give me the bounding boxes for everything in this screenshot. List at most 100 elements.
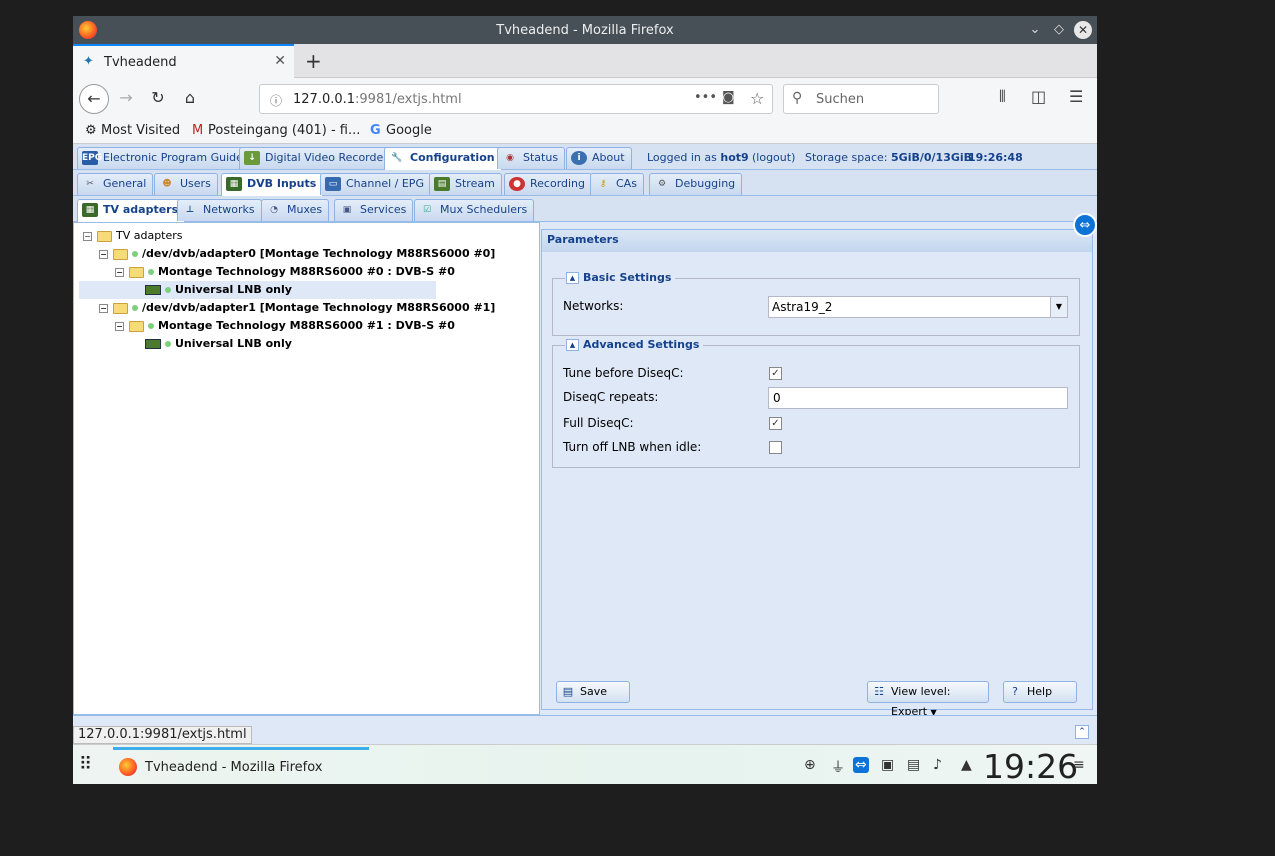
tab-stream[interactable]: ▤ Stream <box>429 173 502 195</box>
tree-node-adapter0[interactable]: −/dev/dvb/adapter0 [Montage Technology M… <box>99 245 495 263</box>
folder-icon <box>129 320 144 332</box>
tab-dvr[interactable]: ↓ Digital Video Recorder <box>239 147 395 169</box>
rec-icon: ● <box>509 177 525 191</box>
collapse-icon: − <box>99 249 108 259</box>
usb-icon[interactable]: ⏚ <box>831 757 845 777</box>
close-window-icon[interactable]: ✕ <box>1074 21 1092 39</box>
tab-debugging[interactable]: ⚙ Debugging <box>649 173 743 195</box>
view-level-button[interactable]: ☷ View level: Expert ▼ <box>867 681 989 718</box>
tune-before-diseqc-checkbox[interactable]: ✓ <box>769 367 782 380</box>
search-input[interactable]: ⚲ Suchen <box>783 84 939 114</box>
reload-button[interactable]: ↻ <box>143 84 173 114</box>
panel-menu-icon[interactable]: ≡ <box>1073 757 1085 773</box>
full-diseqc-checkbox[interactable]: ✓ <box>769 417 782 430</box>
logout-link[interactable]: (logout) <box>752 151 795 164</box>
advanced-settings-legend[interactable]: ▲ Advanced Settings <box>565 338 704 351</box>
teamviewer-tray-icon[interactable]: ⇔ <box>853 757 869 773</box>
status-dot-icon <box>148 323 154 329</box>
networks-combo[interactable]: Astra19_2 ▼ <box>768 296 1068 318</box>
lnb-off-idle-checkbox[interactable] <box>769 441 782 454</box>
folder-icon <box>113 302 128 314</box>
tools-icon: ✂ <box>86 179 94 189</box>
adapter-tree-panel: − TV adapters −/dev/dvb/adapter0 [Montage… <box>73 222 540 715</box>
tab-status[interactable]: ◉ Status <box>497 147 566 169</box>
tab-epg[interactable]: EPG Electronic Program Guide <box>77 147 250 169</box>
library-icon[interactable]: ⫴ <box>999 87 1006 107</box>
full-diseqc-label: Full DiseqC: <box>563 416 634 430</box>
tree-node-lnb0[interactable]: Universal LNB only <box>145 281 292 299</box>
forward-button[interactable]: → <box>111 84 141 114</box>
maximize-icon[interactable]: ◇ <box>1050 21 1068 39</box>
collapse-icon: − <box>115 321 124 331</box>
tab-about[interactable]: i About <box>566 147 632 169</box>
teamviewer-icon[interactable]: ⇔ <box>1073 213 1097 237</box>
tab-dvb-inputs[interactable]: ▦ DVB Inputs <box>221 173 324 197</box>
tree-node-frontend0[interactable]: − Montage Technology M88RS6000 #0 : DVB-S… <box>115 263 455 281</box>
browser-tab-tvheadend[interactable]: ✦ Tvheadend ✕ <box>73 44 294 78</box>
collapse-icon: − <box>99 303 108 313</box>
antenna-icon: ⊥ <box>185 205 195 215</box>
tab-tv-adapters[interactable]: ▦ TV adapters <box>77 199 186 223</box>
taskbar-task-firefox[interactable]: Tvheadend - Mozilla Firefox <box>113 747 369 783</box>
diseqc-repeats-input[interactable]: 0 <box>768 387 1068 409</box>
tv-card-icon <box>145 285 161 295</box>
bookmarks-toolbar: ⚙ Most Visited M Posteingang (401) - fi...… <box>73 118 1097 144</box>
window-title: Tvheadend - Mozilla Firefox <box>496 23 674 38</box>
tab-users[interactable]: ☻ Users <box>154 173 218 195</box>
clipboard-icon[interactable]: ▤ <box>907 757 920 773</box>
lnb-off-idle-label: Turn off LNB when idle: <box>563 440 702 454</box>
update-icon[interactable]: ⊕ <box>804 757 816 773</box>
collapse-icon: − <box>115 267 124 277</box>
tv-card-icon: ▦ <box>226 177 242 191</box>
wrench-icon: 🔧 <box>391 153 403 163</box>
tab-muxes[interactable]: ◔ Muxes <box>261 199 330 221</box>
tab-channel-epg[interactable]: ▭ Channel / EPG <box>320 173 431 195</box>
menu-icon[interactable]: ☰ <box>1069 87 1083 106</box>
folder-icon <box>113 248 128 260</box>
help-button[interactable]: ? Help <box>1003 681 1077 703</box>
back-button[interactable]: ← <box>79 84 109 114</box>
tree-node-adapter1[interactable]: −/dev/dvb/adapter1 [Montage Technology M… <box>99 299 495 317</box>
bookmark-most-visited[interactable]: ⚙ Most Visited <box>85 123 180 138</box>
stream-icon: ▤ <box>434 177 450 191</box>
link-status-url: 127.0.0.1:9981/extjs.html <box>73 726 252 744</box>
calendar-icon: ☑ <box>422 205 432 215</box>
parameters-title: Parameters <box>542 230 1092 252</box>
tree-node-lnb1[interactable]: Universal LNB only <box>145 335 292 353</box>
status-dot-icon <box>165 287 171 293</box>
tab-close-icon[interactable]: ✕ <box>274 53 286 69</box>
minimize-icon[interactable]: ⌄ <box>1026 21 1044 39</box>
tree-node-root[interactable]: − TV adapters <box>83 227 183 245</box>
users-icon: ☻ <box>162 179 172 189</box>
status-dot-icon <box>165 341 171 347</box>
tab-services[interactable]: ▣ Services <box>334 199 414 221</box>
tab-general[interactable]: ✂ General <box>77 173 154 195</box>
tab-configuration[interactable]: 🔧 Configuration <box>384 147 502 171</box>
dropdown-arrow-icon[interactable]: ▼ <box>1050 297 1067 317</box>
site-info-icon[interactable]: ⓘ <box>270 92 282 109</box>
save-button[interactable]: ▤ Save <box>556 681 630 703</box>
url-text[interactable]: 127.0.0.1:9981/extjs.html <box>293 92 462 107</box>
expand-panel-icon[interactable]: ⌃ <box>1075 725 1089 739</box>
tray-expand-icon[interactable]: ▲ <box>961 757 972 773</box>
basic-settings-legend[interactable]: ▲ Basic Settings <box>565 271 676 284</box>
tab-networks[interactable]: ⊥ Networks <box>177 199 262 221</box>
volume-icon[interactable]: ♪ <box>933 757 942 773</box>
tab-mux-schedulers[interactable]: ☑ Mux Schedulers <box>414 199 535 221</box>
pocket-icon[interactable]: ◙ <box>722 90 735 105</box>
tree-node-frontend1[interactable]: − Montage Technology M88RS6000 #1 : DVB-S… <box>115 317 455 335</box>
network-icon[interactable]: ▣ <box>881 757 894 773</box>
new-tab-icon[interactable]: + <box>305 49 322 73</box>
tab-recording[interactable]: ● Recording <box>504 173 593 195</box>
bookmark-star-icon[interactable]: ☆ <box>750 89 764 108</box>
bookmark-google[interactable]: G Google <box>370 123 432 138</box>
bookmark-gmail[interactable]: M Posteingang (401) - fi... <box>192 123 360 138</box>
google-icon: G <box>370 123 381 138</box>
page-actions-icon[interactable]: ••• <box>694 90 717 105</box>
url-bar[interactable]: ⓘ 127.0.0.1:9981/extjs.html ••• ◙ ☆ <box>259 84 773 114</box>
app-launcher-icon[interactable]: ⠿ <box>79 754 92 775</box>
services-icon: ▣ <box>342 205 352 215</box>
sidebar-icon[interactable]: ◫ <box>1031 87 1046 106</box>
home-button[interactable]: ⌂ <box>175 84 205 114</box>
tab-cas[interactable]: ⚷ CAs <box>590 173 644 195</box>
